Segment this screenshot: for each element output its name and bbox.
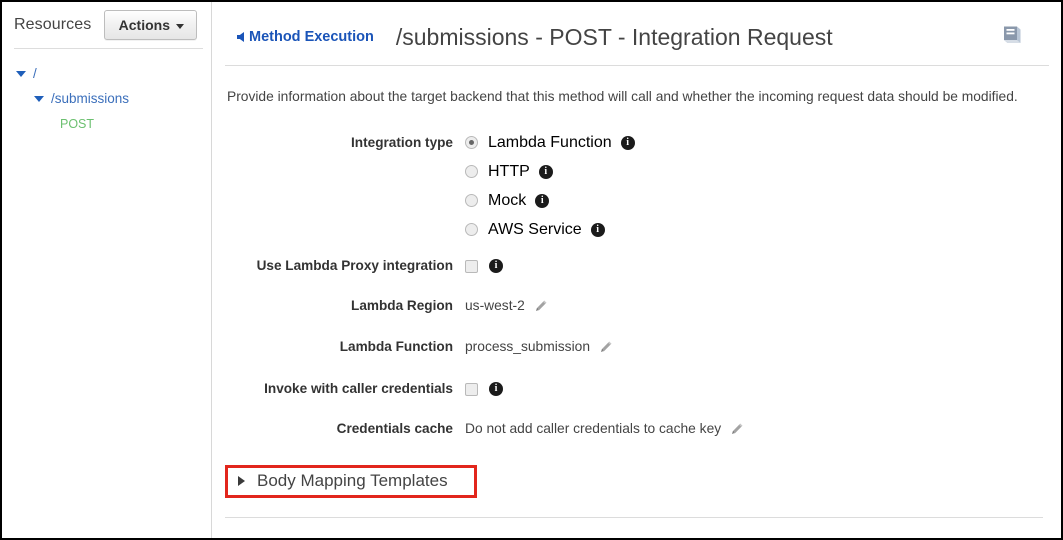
radio-lambda-function[interactable] [465,136,478,149]
checkbox-lambda-proxy[interactable] [465,259,478,273]
integration-request-form: Integration type Lambda Function i HTTP … [213,128,1061,439]
radio-aws-service[interactable] [465,223,478,236]
radio-label-lambda-function: Lambda Function [488,133,612,151]
body-mapping-templates-highlight: Body Mapping Templates [225,465,477,498]
pencil-icon[interactable] [730,422,744,436]
page-description: Provide information about the target bac… [227,89,1018,104]
back-to-method-execution-link[interactable]: Method Execution [237,29,374,45]
form-row-integration-type: Integration type Lambda Function i HTTP … [225,128,1061,244]
integration-type-option-mock[interactable]: Mock i [465,186,635,215]
back-link-label: Method Execution [249,29,374,45]
info-icon[interactable]: i [620,135,635,150]
invoke-with-caller-credentials-label: Invoke with caller credentials [264,381,453,396]
tree-item-root-label[interactable]: / [33,63,37,85]
lambda-region-label: Lambda Region [351,298,453,313]
arrow-left-icon [237,32,244,42]
body-mapping-templates-title[interactable]: Body Mapping Templates [257,471,448,491]
form-row-lambda-proxy: Use Lambda Proxy integration i [225,256,1061,276]
credentials-cache-value-wrap: Do not add caller credentials to cache k… [465,419,744,439]
lambda-function-value: process_submission [465,339,590,354]
form-row-lambda-region: Lambda Region us-west-2 [225,296,1061,316]
lambda-function-value-wrap: process_submission [465,337,613,357]
triangle-right-icon[interactable] [238,476,245,486]
radio-mock[interactable] [465,194,478,207]
resources-title: Resources [14,16,92,33]
lambda-region-value: us-west-2 [465,298,525,313]
actions-button-label: Actions [118,17,170,33]
credentials-cache-label: Credentials cache [336,421,453,436]
info-icon[interactable]: i [535,193,550,208]
book-icon[interactable] [999,22,1025,48]
info-icon[interactable]: i [590,222,605,237]
section-divider [225,517,1043,518]
body-mapping-templates-section: Body Mapping Templates [213,465,1061,518]
checkbox-invoke-with-caller-credentials[interactable] [465,382,478,396]
sidebar-header: Resources Actions [2,2,211,48]
triangle-down-icon[interactable] [16,71,26,77]
credentials-cache-value: Do not add caller credentials to cache k… [465,421,722,436]
page-title: /submissions - POST - Integration Reques… [395,23,833,50]
page-header: Method Execution /submissions - POST - I… [213,2,1061,66]
integration-type-label: Integration type [351,135,453,150]
lambda-function-label: Lambda Function [339,339,453,354]
resource-tree: / /submissions POST [2,49,211,135]
triangle-down-icon[interactable] [34,96,44,102]
caret-down-icon [176,23,184,29]
form-row-lambda-function: Lambda Function process_submission [225,337,1061,357]
lambda-proxy-label: Use Lambda Proxy integration [256,258,453,273]
form-row-invoke-with-caller-credentials: Invoke with caller credentials i [225,379,1061,399]
integration-type-option-aws-service[interactable]: AWS Service i [465,215,635,244]
pencil-icon[interactable] [599,340,613,354]
resources-sidebar: Resources Actions / /submissions POST [2,2,212,538]
info-icon[interactable]: i [538,164,553,179]
tree-item-submissions[interactable]: /submissions [2,88,211,110]
actions-button[interactable]: Actions [103,10,197,40]
lambda-region-value-wrap: us-west-2 [465,296,548,316]
info-icon[interactable]: i [489,259,503,273]
radio-label-mock: Mock [488,191,527,209]
tree-item-root[interactable]: / [2,63,211,85]
header-divider [225,65,1049,66]
radio-label-http: HTTP [488,162,530,180]
main-panel: Method Execution /submissions - POST - I… [213,2,1061,538]
lambda-proxy-value: i [465,256,503,276]
form-row-credentials-cache: Credentials cache Do not add caller cred… [225,419,1061,439]
integration-type-option-lambda-function[interactable]: Lambda Function i [465,128,635,157]
integration-type-options: Lambda Function i HTTP i Mock i AWS Serv… [465,128,635,244]
tree-item-post-label[interactable]: POST [60,113,94,135]
radio-label-aws-service: AWS Service [488,220,582,238]
pencil-icon[interactable] [534,299,548,313]
info-icon[interactable]: i [489,382,503,396]
radio-http[interactable] [465,165,478,178]
tree-item-post[interactable]: POST [2,113,211,135]
app-window: Resources Actions / /submissions POST Me… [0,0,1063,540]
tree-item-submissions-label[interactable]: /submissions [51,88,129,110]
integration-type-option-http[interactable]: HTTP i [465,157,635,186]
invoke-with-caller-credentials-value: i [465,379,503,399]
